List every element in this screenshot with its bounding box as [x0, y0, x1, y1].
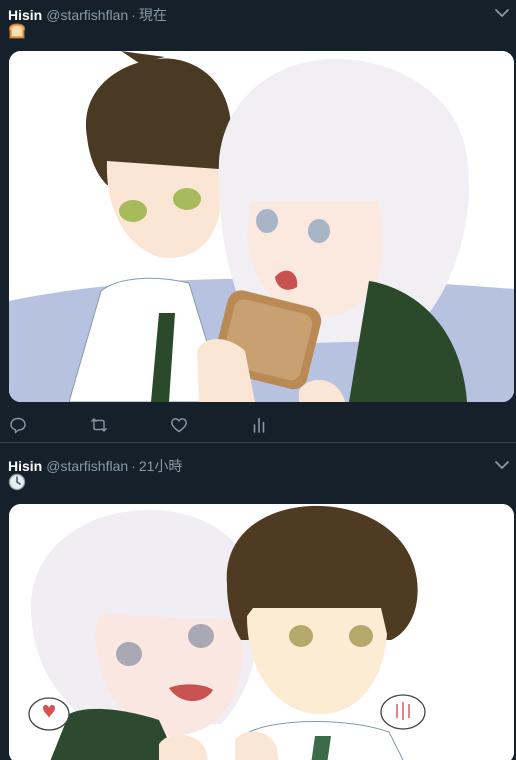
reply-icon[interactable] — [6, 414, 30, 436]
tweet-timestamp[interactable]: 現在 — [139, 5, 167, 25]
tweet-image[interactable] — [9, 51, 514, 402]
tweet-image[interactable] — [9, 504, 514, 760]
tweet[interactable]: Hisin @starfishflan · 現在 — [0, 0, 516, 443]
chevron-down-icon[interactable] — [494, 6, 510, 18]
tweet-actions — [0, 414, 300, 436]
analytics-icon[interactable] — [247, 414, 271, 436]
tweet-header: Hisin @starfishflan · 21小時 — [8, 456, 182, 474]
retweet-icon[interactable] — [87, 414, 111, 436]
tweet-timestamp[interactable]: 21小時 — [139, 456, 183, 476]
bread-emoji — [8, 23, 26, 40]
author-handle[interactable]: @starfishflan — [46, 7, 128, 23]
author-name[interactable]: Hisin — [8, 7, 42, 23]
separator-dot: · — [131, 7, 136, 23]
clock-emoji — [8, 473, 26, 491]
tweet[interactable]: Hisin @starfishflan · 21小時 — [0, 444, 516, 760]
author-handle[interactable]: @starfishflan — [46, 458, 128, 474]
separator-dot: · — [131, 458, 136, 474]
heart-icon[interactable] — [167, 414, 191, 436]
chevron-down-icon[interactable] — [494, 458, 510, 470]
tweet-header: Hisin @starfishflan · 現在 — [8, 5, 167, 23]
author-name[interactable]: Hisin — [8, 458, 42, 474]
